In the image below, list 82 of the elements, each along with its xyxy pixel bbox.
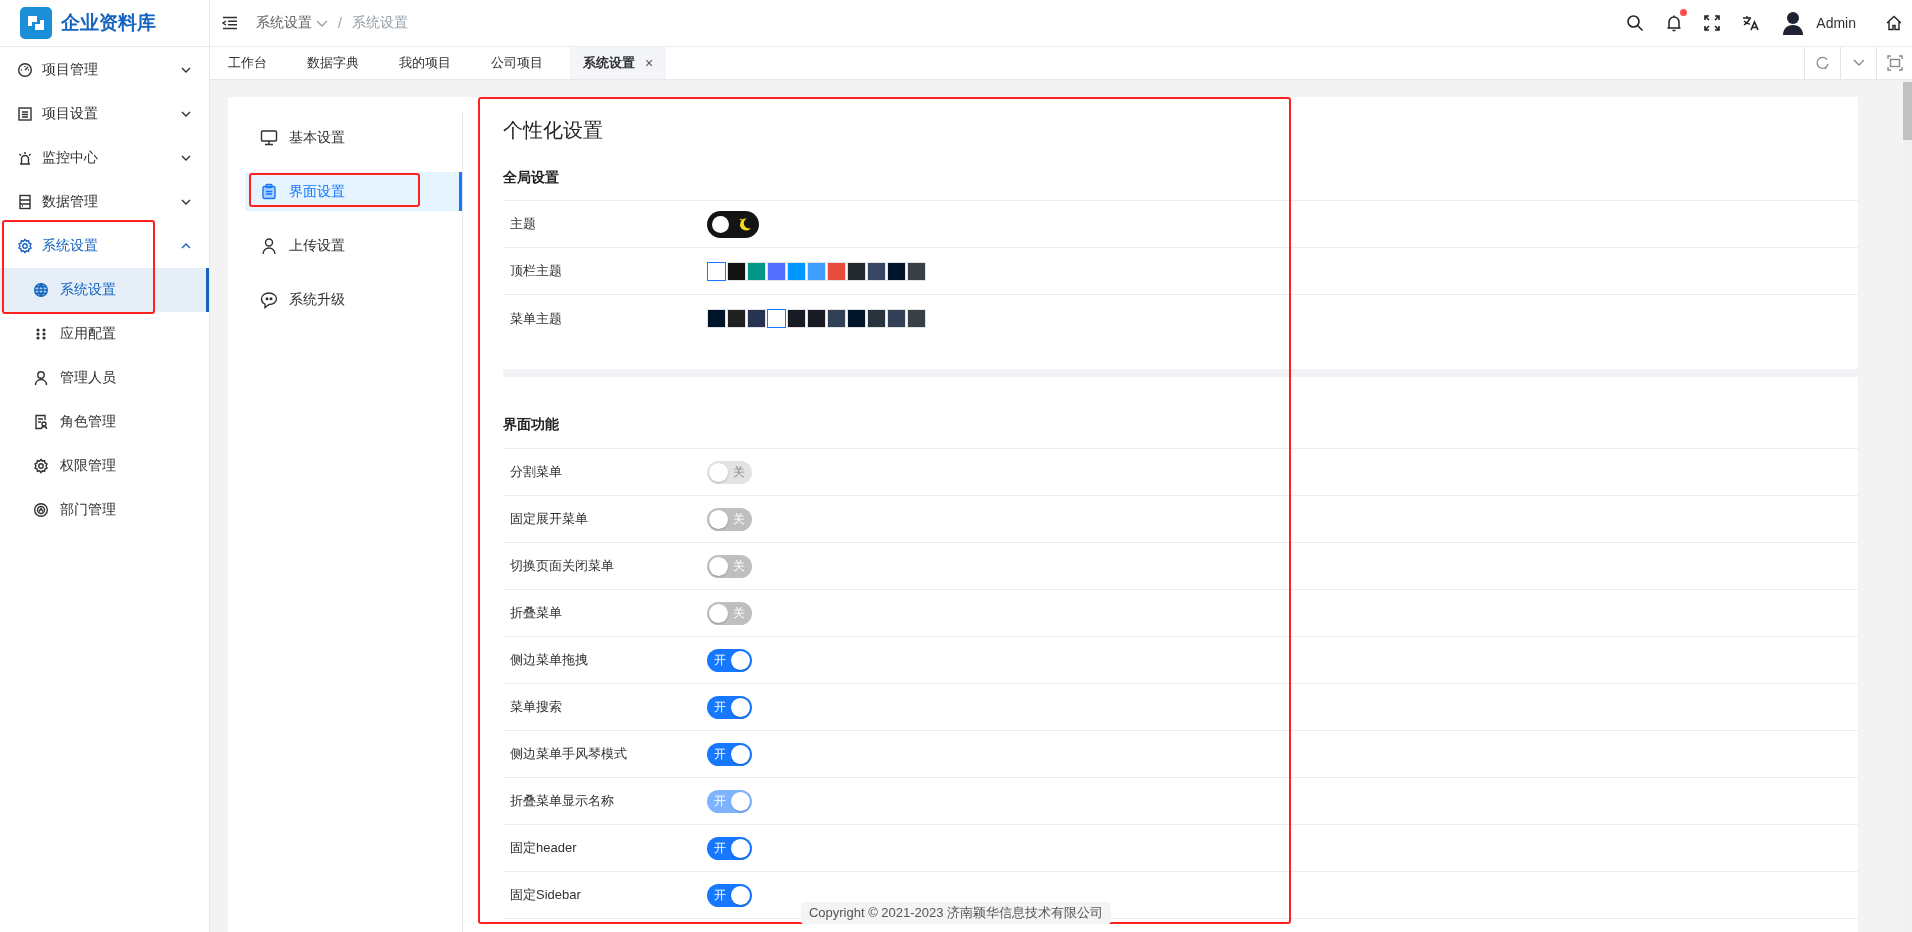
fullscreen-frame-icon[interactable]: [1886, 55, 1903, 71]
tab[interactable]: 系统设置 ×: [570, 47, 667, 79]
menu-item[interactable]: 监控中心: [0, 136, 209, 180]
setting-label: 折叠菜单: [510, 604, 563, 622]
panel-title: 个性化设置: [503, 118, 604, 143]
toggle-switch[interactable]: 开: [707, 695, 752, 719]
submenu-item[interactable]: 权限管理: [0, 444, 209, 488]
submenu-item[interactable]: 管理人员: [0, 356, 209, 400]
user-name[interactable]: Admin: [1816, 15, 1856, 31]
theme-switch[interactable]: [707, 210, 759, 238]
monitor-icon: [260, 129, 278, 147]
chevron-down-icon: [181, 67, 191, 73]
clipboard-icon: [260, 182, 278, 201]
bell-icon[interactable]: [1666, 14, 1683, 32]
setting-label: 切换页面关闭菜单: [510, 557, 615, 575]
copyright-text: Copyright © 2021-2023 济南颖华信息技术有限公司: [800, 902, 1112, 924]
target-icon: [33, 502, 49, 518]
translate-icon[interactable]: [1742, 15, 1761, 31]
setting-label: 折叠菜单显示名称: [510, 792, 615, 810]
submenu-item[interactable]: 应用配置: [0, 312, 209, 356]
settings-menu-item[interactable]: 界面设置: [245, 172, 462, 211]
setting-label: 固定展开菜单: [510, 510, 589, 528]
alarm-light-icon: [17, 150, 33, 166]
color-swatch[interactable]: [767, 309, 786, 328]
search-icon[interactable]: [1626, 14, 1645, 32]
section-heading: 界面功能: [503, 377, 1858, 449]
setting-label: 侧边菜单手风琴模式: [510, 745, 628, 763]
setting-label: 分割菜单: [510, 463, 563, 481]
section-heading: 全局设置: [503, 144, 1858, 201]
submenu-item[interactable]: 系统设置: [0, 268, 209, 312]
gauge-icon: [17, 62, 33, 78]
toggle-switch[interactable]: 开: [707, 742, 752, 766]
toggle-switch[interactable]: 开: [707, 648, 752, 672]
chevron-down-icon: [316, 19, 328, 27]
app-title: 企业资料库: [61, 11, 156, 35]
home-icon[interactable]: [1886, 15, 1902, 31]
menu-item[interactable]: 数据管理: [0, 180, 209, 224]
avatar-silhouette-icon: [1782, 11, 1805, 35]
menu-item[interactable]: 项目设置: [0, 92, 209, 136]
toggle-switch[interactable]: 开: [707, 883, 752, 907]
gear-icon: [17, 238, 33, 254]
list-icon: [17, 106, 33, 122]
gear-icon: [33, 458, 49, 474]
toggle-switch[interactable]: 开: [707, 836, 752, 860]
setting-label: 固定header: [510, 839, 578, 857]
chevron-down-icon: [181, 155, 191, 161]
person-icon: [33, 370, 49, 386]
server-icon: [17, 194, 33, 210]
settings-menu-item[interactable]: 上传设置: [245, 219, 462, 273]
setting-label: 主题: [510, 215, 537, 233]
fullscreen-icon[interactable]: [1704, 15, 1721, 31]
logo-icon: [20, 7, 52, 39]
submenu-item[interactable]: 部门管理: [0, 488, 209, 532]
tab[interactable]: 工作台: [215, 47, 280, 79]
refresh-icon[interactable]: [1814, 55, 1831, 71]
tab[interactable]: 公司项目: [478, 47, 556, 79]
chevron-up-icon: [181, 243, 191, 249]
breadcrumb-separator: /: [338, 15, 342, 31]
chat-bubble-icon: [260, 291, 278, 309]
close-button[interactable]: ×: [645, 55, 654, 71]
color-swatch[interactable]: [707, 261, 726, 281]
chevron-down-icon: [181, 199, 191, 205]
setting-label: 顶栏主题: [510, 262, 563, 280]
settings-menu-item[interactable]: 基本设置: [245, 111, 462, 165]
tab[interactable]: 数据字典: [294, 47, 372, 79]
menu-fold-icon[interactable]: [222, 16, 238, 30]
scrollbar-thumb[interactable]: [1903, 82, 1912, 140]
setting-label: 菜单搜索: [510, 698, 563, 716]
person-icon: [260, 237, 278, 255]
moon-icon: [737, 216, 753, 232]
tab[interactable]: 我的项目: [386, 47, 464, 79]
chevron-down-icon: [181, 111, 191, 117]
globe-icon: [33, 282, 49, 298]
breadcrumb-item[interactable]: 系统设置: [256, 14, 328, 32]
settings-menu-item[interactable]: 系统升级: [245, 273, 462, 327]
menu-item[interactable]: 项目管理: [0, 48, 209, 92]
document-person-icon: [33, 414, 49, 430]
submenu-item[interactable]: 角色管理: [0, 400, 209, 444]
setting-label: 固定Sidebar: [510, 886, 582, 904]
setting-label: 菜单主题: [510, 309, 563, 328]
menu-item[interactable]: 系统设置: [0, 224, 209, 268]
setting-label: 侧边菜单拖拽: [510, 651, 589, 669]
